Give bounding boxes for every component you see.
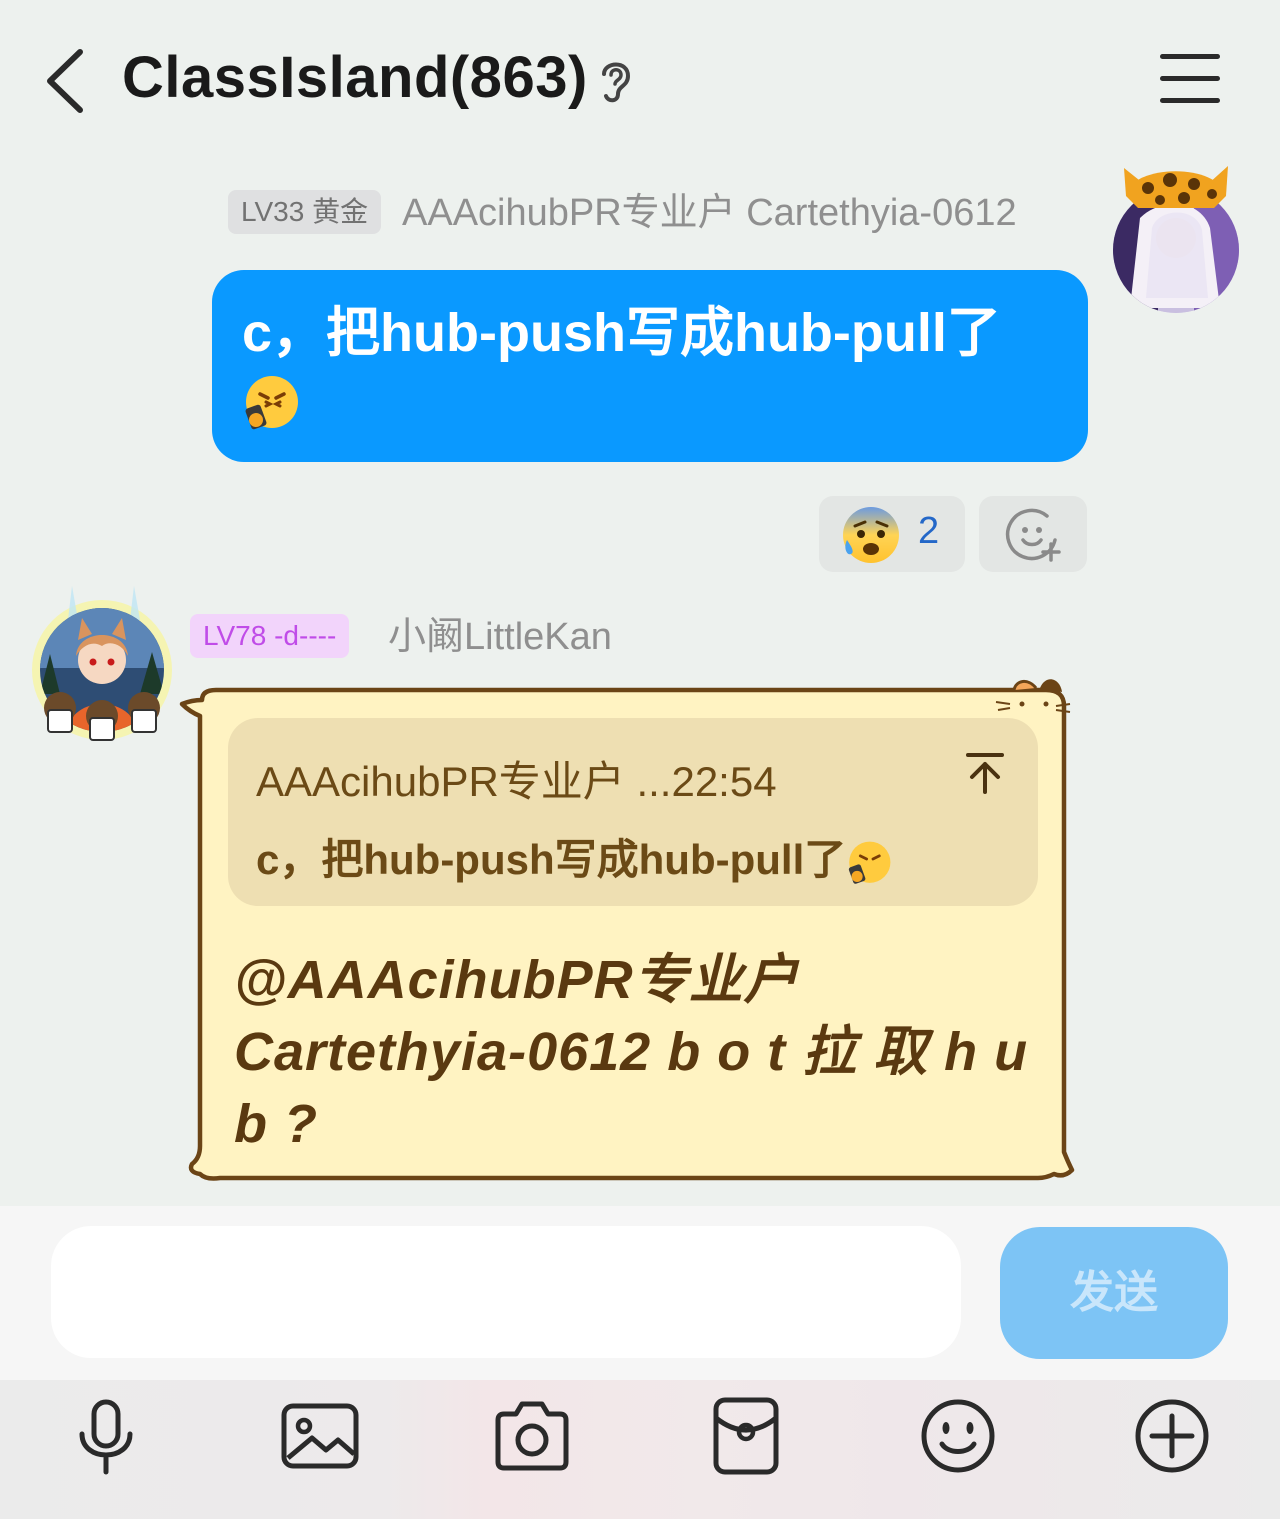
message-text: @AAAcihubPR专业户 Cartethyia-0612 b o t 拉 取…	[234, 950, 1029, 1154]
face-with-phone-emoji	[245, 375, 298, 429]
avatar[interactable]	[1110, 158, 1246, 318]
chat-header: ClassIsland(863)	[0, 0, 1280, 160]
red-packet-icon[interactable]	[706, 1396, 786, 1476]
avatar[interactable]	[30, 584, 178, 744]
plus-circle-icon[interactable]	[1132, 1396, 1212, 1476]
message-text: c，把hub-push写成hub-pull了	[242, 303, 1001, 363]
add-reaction-icon	[1005, 508, 1061, 562]
quote-text: c，把hub-push写成hub-pull了	[256, 826, 892, 887]
ear-icon[interactable]	[596, 56, 636, 104]
jump-to-top-icon[interactable]	[962, 750, 1008, 796]
reaction-chip[interactable]	[819, 496, 965, 572]
face-with-phone-emoji	[849, 841, 891, 884]
sender-name[interactable]: 小阚LittleKan	[388, 614, 612, 660]
microphone-icon[interactable]	[66, 1396, 146, 1476]
camera-icon[interactable]	[492, 1396, 572, 1476]
chat-title[interactable]: ClassIsland(863)	[122, 44, 588, 111]
image-icon[interactable]	[280, 1396, 360, 1476]
sender-name[interactable]: AAAcihubPR专业户 Cartethyia-0612	[402, 190, 1017, 236]
level-badge: LV33 黄金	[228, 190, 382, 234]
smiley-icon[interactable]	[918, 1396, 998, 1476]
bottom-toolbar	[0, 1380, 1280, 1519]
level-badge: LV78 -d----	[190, 614, 350, 658]
message-bubble[interactable]: c，把hub-push写成hub-pull了	[212, 270, 1088, 462]
message-input[interactable]	[51, 1226, 961, 1358]
quote-header: AAAcihubPR专业户 ...22:54	[256, 758, 777, 805]
send-button[interactable]: 发送	[1000, 1227, 1228, 1359]
hamburger-menu-icon[interactable]	[1158, 52, 1222, 106]
back-arrow-icon[interactable]	[40, 46, 96, 116]
reaction-count: 2	[918, 510, 940, 552]
add-reaction-button[interactable]	[979, 496, 1087, 572]
anxious-face-with-sweat-emoji	[843, 507, 899, 563]
